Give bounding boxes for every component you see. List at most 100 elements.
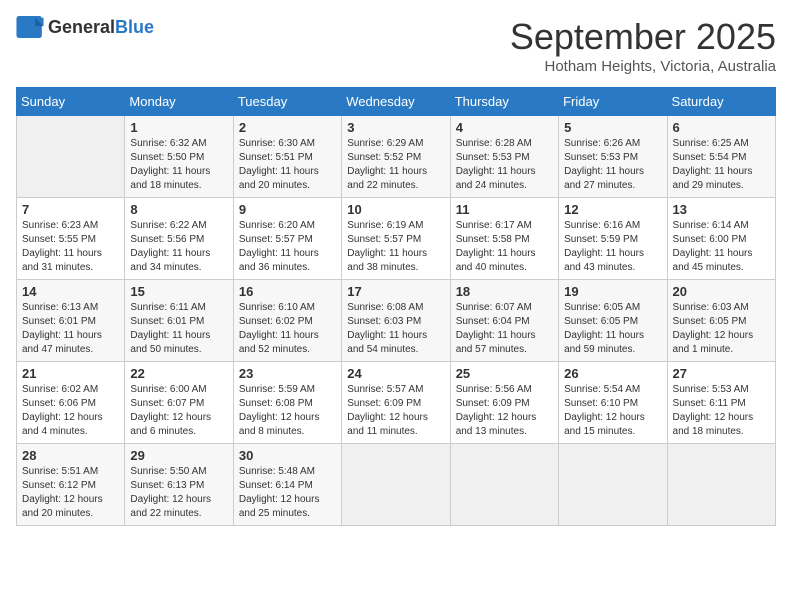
calendar-week-row: 7 Sunrise: 6:23 AM Sunset: 5:55 PM Daylig… <box>17 198 776 280</box>
header: GeneralBlue September 2025 Hotham Height… <box>16 16 776 75</box>
day-info: Sunrise: 6:30 AM Sunset: 5:51 PM Dayligh… <box>239 137 336 193</box>
weekday-header: Friday <box>559 88 667 116</box>
day-info: Sunrise: 6:23 AM Sunset: 5:55 PM Dayligh… <box>22 219 119 275</box>
day-number: 29 <box>130 448 227 463</box>
weekday-header: Monday <box>125 88 233 116</box>
day-info: Sunrise: 6:32 AM Sunset: 5:50 PM Dayligh… <box>130 137 227 193</box>
calendar-cell: 10 Sunrise: 6:19 AM Sunset: 5:57 PM Dayli… <box>342 198 450 280</box>
day-number: 14 <box>22 284 119 299</box>
day-info: Sunrise: 5:48 AM Sunset: 6:14 PM Dayligh… <box>239 465 336 521</box>
day-number: 23 <box>239 366 336 381</box>
calendar-cell <box>450 444 558 526</box>
day-info: Sunrise: 6:11 AM Sunset: 6:01 PM Dayligh… <box>130 301 227 357</box>
day-info: Sunrise: 5:54 AM Sunset: 6:10 PM Dayligh… <box>564 383 661 439</box>
calendar-cell: 25 Sunrise: 5:56 AM Sunset: 6:09 PM Dayli… <box>450 362 558 444</box>
calendar-week-row: 14 Sunrise: 6:13 AM Sunset: 6:01 PM Dayli… <box>17 280 776 362</box>
logo-general: General <box>48 17 115 37</box>
day-info: Sunrise: 6:13 AM Sunset: 6:01 PM Dayligh… <box>22 301 119 357</box>
calendar-cell: 17Sunrise: 6:08 AM Sunset: 6:03 PM Dayli… <box>342 280 450 362</box>
day-info: Sunrise: 6:10 AM Sunset: 6:02 PM Dayligh… <box>239 301 336 357</box>
day-number: 20 <box>673 284 770 299</box>
day-number: 19 <box>564 284 661 299</box>
day-number: 10 <box>347 202 444 217</box>
calendar-cell <box>559 444 667 526</box>
day-info: Sunrise: 5:53 AM Sunset: 6:11 PM Dayligh… <box>673 383 770 439</box>
day-number: 27 <box>673 366 770 381</box>
day-number: 12 <box>564 202 661 217</box>
day-number: 30 <box>239 448 336 463</box>
calendar-cell: 1 Sunrise: 6:32 AM Sunset: 5:50 PM Daylig… <box>125 116 233 198</box>
day-number: 13 <box>673 202 770 217</box>
day-number: 15 <box>130 284 227 299</box>
calendar-week-row: 28 Sunrise: 5:51 AM Sunset: 6:12 PM Dayli… <box>17 444 776 526</box>
calendar-cell: 6 Sunrise: 6:25 AM Sunset: 5:54 PM Daylig… <box>667 116 775 198</box>
month-title: September 2025 <box>510 16 776 58</box>
day-info: Sunrise: 5:59 AM Sunset: 6:08 PM Dayligh… <box>239 383 336 439</box>
calendar-cell: 22 Sunrise: 6:00 AM Sunset: 6:07 PM Dayli… <box>125 362 233 444</box>
calendar-cell: 27 Sunrise: 5:53 AM Sunset: 6:11 PM Dayli… <box>667 362 775 444</box>
day-number: 21 <box>22 366 119 381</box>
day-number: 16 <box>239 284 336 299</box>
day-number: 11 <box>456 202 553 217</box>
day-number: 6 <box>673 120 770 135</box>
weekday-header: Tuesday <box>233 88 341 116</box>
calendar-cell: 30 Sunrise: 5:48 AM Sunset: 6:14 PM Dayli… <box>233 444 341 526</box>
calendar-cell: 18Sunrise: 6:07 AM Sunset: 6:04 PM Dayli… <box>450 280 558 362</box>
weekday-header: Wednesday <box>342 88 450 116</box>
day-info: Sunrise: 6:14 AM Sunset: 6:00 PM Dayligh… <box>673 219 770 275</box>
calendar-cell: 2 Sunrise: 6:30 AM Sunset: 5:51 PM Daylig… <box>233 116 341 198</box>
calendar-cell: 20 Sunrise: 6:03 AM Sunset: 6:05 PM Dayli… <box>667 280 775 362</box>
day-info: Sunrise: 6:25 AM Sunset: 5:54 PM Dayligh… <box>673 137 770 193</box>
day-info: Sunrise: 6:00 AM Sunset: 6:07 PM Dayligh… <box>130 383 227 439</box>
day-number: 22 <box>130 366 227 381</box>
calendar-cell: 28 Sunrise: 5:51 AM Sunset: 6:12 PM Dayli… <box>17 444 125 526</box>
weekday-header: Saturday <box>667 88 775 116</box>
calendar-week-row: 1 Sunrise: 6:32 AM Sunset: 5:50 PM Daylig… <box>17 116 776 198</box>
calendar-cell: 23 Sunrise: 5:59 AM Sunset: 6:08 PM Dayli… <box>233 362 341 444</box>
day-info: Sunrise: 6:16 AM Sunset: 5:59 PM Dayligh… <box>564 219 661 275</box>
day-info: Sunrise: 5:56 AM Sunset: 6:09 PM Dayligh… <box>456 383 553 439</box>
logo: GeneralBlue <box>16 16 154 38</box>
day-number: 24 <box>347 366 444 381</box>
day-info: Sunrise: 6:20 AM Sunset: 5:57 PM Dayligh… <box>239 219 336 275</box>
calendar-cell: 12 Sunrise: 6:16 AM Sunset: 5:59 PM Dayli… <box>559 198 667 280</box>
location-title: Hotham Heights, Victoria, Australia <box>510 58 776 75</box>
calendar-body: 1 Sunrise: 6:32 AM Sunset: 5:50 PM Daylig… <box>17 116 776 526</box>
day-info: Sunrise: 6:03 AM Sunset: 6:05 PM Dayligh… <box>673 301 770 357</box>
day-info: Sunrise: 5:51 AM Sunset: 6:12 PM Dayligh… <box>22 465 119 521</box>
day-info: Sunrise: 6:29 AM Sunset: 5:52 PM Dayligh… <box>347 137 444 193</box>
title-area: September 2025 Hotham Heights, Victoria,… <box>510 16 776 75</box>
day-number: 2 <box>239 120 336 135</box>
calendar-cell: 5 Sunrise: 6:26 AM Sunset: 5:53 PM Daylig… <box>559 116 667 198</box>
day-number: 26 <box>564 366 661 381</box>
logo-blue: Blue <box>115 17 154 37</box>
calendar-week-row: 21 Sunrise: 6:02 AM Sunset: 6:06 PM Dayli… <box>17 362 776 444</box>
day-number: 5 <box>564 120 661 135</box>
day-number: 9 <box>239 202 336 217</box>
day-info: Sunrise: 5:50 AM Sunset: 6:13 PM Dayligh… <box>130 465 227 521</box>
calendar-cell <box>667 444 775 526</box>
calendar-cell: 7 Sunrise: 6:23 AM Sunset: 5:55 PM Daylig… <box>17 198 125 280</box>
day-info: Sunrise: 6:28 AM Sunset: 5:53 PM Dayligh… <box>456 137 553 193</box>
logo-icon <box>16 16 44 38</box>
day-number: 1 <box>130 120 227 135</box>
calendar-cell: 4Sunrise: 6:28 AM Sunset: 5:53 PM Daylig… <box>450 116 558 198</box>
calendar-cell <box>17 116 125 198</box>
day-info: Sunrise: 6:22 AM Sunset: 5:56 PM Dayligh… <box>130 219 227 275</box>
day-number: 8 <box>130 202 227 217</box>
day-number: 25 <box>456 366 553 381</box>
calendar-cell: 8 Sunrise: 6:22 AM Sunset: 5:56 PM Daylig… <box>125 198 233 280</box>
day-number: 28 <box>22 448 119 463</box>
calendar-cell: 3Sunrise: 6:29 AM Sunset: 5:52 PM Daylig… <box>342 116 450 198</box>
calendar-cell: 26 Sunrise: 5:54 AM Sunset: 6:10 PM Dayli… <box>559 362 667 444</box>
day-info: Sunrise: 6:19 AM Sunset: 5:57 PM Dayligh… <box>347 219 444 275</box>
day-number: 17 <box>347 284 444 299</box>
day-info: Sunrise: 6:02 AM Sunset: 6:06 PM Dayligh… <box>22 383 119 439</box>
calendar-header: SundayMondayTuesdayWednesdayThursdayFrid… <box>17 88 776 116</box>
weekday-header: Thursday <box>450 88 558 116</box>
day-info: Sunrise: 6:26 AM Sunset: 5:53 PM Dayligh… <box>564 137 661 193</box>
calendar-cell: 19Sunrise: 6:05 AM Sunset: 6:05 PM Dayli… <box>559 280 667 362</box>
calendar-cell: 15 Sunrise: 6:11 AM Sunset: 6:01 PM Dayli… <box>125 280 233 362</box>
calendar-cell: 29 Sunrise: 5:50 AM Sunset: 6:13 PM Dayli… <box>125 444 233 526</box>
day-number: 7 <box>22 202 119 217</box>
